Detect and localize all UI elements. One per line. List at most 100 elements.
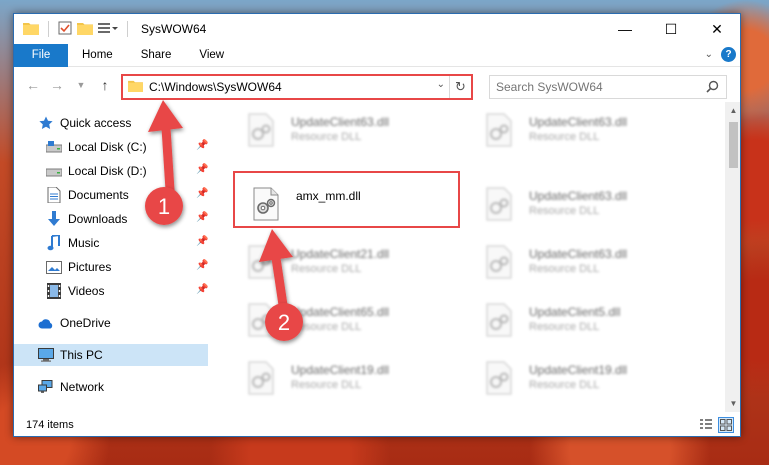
forward-arrow-icon[interactable]: → — [46, 77, 68, 93]
quick-access-toolbar: SysWOW64 — [14, 21, 206, 38]
help-icon[interactable]: ? — [721, 47, 736, 62]
maximize-button[interactable]: ☐ — [648, 14, 694, 44]
sidebar-item-local-disk-d[interactable]: Local Disk (D:) 📌 — [46, 160, 208, 182]
list-item[interactable]: UpdateClient63.dll Resource DLL — [481, 112, 627, 148]
dll-file-icon — [243, 360, 279, 396]
back-arrow-icon[interactable]: ← — [22, 77, 44, 93]
search-input[interactable] — [496, 80, 696, 94]
close-button[interactable]: ✕ — [694, 14, 740, 44]
window-controls: — ☐ ✕ — [602, 14, 740, 44]
file-name: UpdateClient19.dll — [529, 363, 628, 377]
new-folder-icon[interactable] — [77, 21, 93, 38]
expand-ribbon-icon[interactable]: ⌄ — [705, 49, 713, 60]
item-count: 174 items — [26, 419, 74, 431]
tab-home[interactable]: Home — [68, 44, 127, 67]
dll-file-icon — [481, 302, 517, 338]
sidebar-item-label: Downloads — [68, 212, 128, 226]
file-name: UpdateClient5.dll — [529, 305, 621, 319]
scrollbar-thumb[interactable] — [729, 122, 738, 168]
drive-icon — [46, 139, 62, 155]
navigation-bar: ← → ▼ ↑ C:\Windows\SysWOW64 ⌄ ↻ — [14, 68, 740, 102]
sidebar-item-documents[interactable]: Documents 📌 — [46, 184, 208, 206]
cloud-icon — [38, 315, 54, 331]
vertical-scrollbar[interactable]: ▲ ▼ — [725, 102, 740, 412]
status-bar: 174 items — [14, 414, 740, 436]
address-bar[interactable]: C:\Windows\SysWOW64 ⌄ ↻ — [121, 74, 473, 100]
file-name: UpdateClient65.dll — [291, 305, 390, 319]
address-dropdown-chevron-icon[interactable]: ⌄ — [437, 79, 445, 90]
videos-icon — [46, 283, 62, 299]
search-box[interactable] — [489, 75, 727, 99]
sidebar-item-this-pc[interactable]: This PC — [14, 344, 208, 366]
scroll-down-arrow-icon[interactable]: ▼ — [725, 395, 740, 412]
sidebar-item-label: Videos — [68, 284, 105, 298]
dll-file-icon — [243, 112, 279, 148]
scroll-up-arrow-icon[interactable]: ▲ — [725, 102, 740, 119]
recent-locations-chevron-icon[interactable]: ▼ — [70, 80, 92, 90]
sidebar-item-label: Local Disk (C:) — [68, 140, 147, 154]
list-item[interactable]: UpdateClient19.dll Resource DLL — [243, 360, 389, 396]
dll-file-icon — [243, 302, 279, 338]
pin-icon[interactable]: 📌 — [196, 188, 208, 199]
file-list: UpdateClient63.dll Resource DLL amx_mm.d… — [221, 102, 725, 416]
sidebar-item-label: Pictures — [68, 260, 112, 274]
file-name: UpdateClient21.dll — [291, 247, 390, 261]
file-type: Resource DLL — [291, 321, 362, 333]
sidebar-item-onedrive[interactable]: OneDrive — [38, 312, 111, 334]
sidebar-item-pictures[interactable]: Pictures 📌 — [46, 256, 208, 278]
refresh-icon[interactable]: ↻ — [449, 76, 471, 98]
address-path[interactable]: C:\Windows\SysWOW64 — [149, 80, 282, 94]
sidebar-item-label: This PC — [60, 348, 103, 362]
pin-icon[interactable]: 📌 — [196, 164, 208, 175]
ribbon-right-controls: ⌄ ? — [705, 47, 736, 62]
up-arrow-icon[interactable]: ↑ — [94, 77, 116, 93]
pin-icon[interactable]: 📌 — [196, 260, 208, 271]
sidebar-item-videos[interactable]: Videos 📌 — [46, 280, 208, 302]
dll-file-icon — [481, 112, 517, 148]
tab-share[interactable]: Share — [127, 44, 186, 67]
ribbon-tabs: File Home Share View ⌄ ? — [14, 43, 740, 67]
minimize-button[interactable]: — — [602, 14, 648, 44]
pin-icon[interactable]: 📌 — [196, 236, 208, 247]
toolbar-divider — [127, 21, 128, 37]
sidebar-item-label: Music — [68, 236, 100, 250]
large-icons-view-icon[interactable] — [718, 417, 734, 433]
sidebar-item-label: Local Disk (D:) — [68, 164, 147, 178]
details-view-icon[interactable] — [698, 417, 714, 433]
file-type: Resource DLL — [529, 131, 600, 143]
music-icon — [46, 235, 62, 251]
pin-icon[interactable]: 📌 — [196, 140, 208, 151]
sidebar-item-local-disk-c[interactable]: Local Disk (C:) 📌 — [46, 136, 208, 158]
list-item[interactable]: UpdateClient21.dll Resource DLL — [243, 244, 389, 280]
list-item[interactable]: UpdateClient63.dll Resource DLL — [481, 244, 627, 280]
network-icon — [38, 379, 54, 395]
download-icon — [46, 211, 62, 227]
properties-icon[interactable] — [58, 21, 72, 38]
drive-icon — [46, 163, 62, 179]
sidebar-item-quick-access[interactable]: Quick access — [38, 112, 131, 134]
customize-toolbar-icon[interactable] — [98, 21, 118, 38]
pictures-icon — [46, 259, 62, 275]
file-type: Resource DLL — [529, 205, 600, 217]
tab-file[interactable]: File — [14, 43, 68, 67]
file-type: Resource DLL — [291, 379, 362, 391]
dll-file-icon — [481, 186, 517, 222]
tab-view[interactable]: View — [185, 44, 238, 67]
navigation-pane: Quick access Local Disk (C:) 📌 Local Dis… — [14, 110, 208, 410]
file-type: Resource DLL — [529, 321, 600, 333]
list-item[interactable]: UpdateClient65.dll Resource DLL — [243, 302, 389, 338]
sidebar-item-downloads[interactable]: Downloads 📌 — [46, 208, 208, 230]
list-item[interactable]: UpdateClient5.dll Resource DLL — [481, 302, 620, 338]
file-type: Resource DLL — [529, 379, 600, 391]
sidebar-item-label: Documents — [68, 188, 129, 202]
pin-icon[interactable]: 📌 — [196, 212, 208, 223]
sidebar-item-network[interactable]: Network — [38, 376, 104, 398]
list-item[interactable]: UpdateClient63.dll Resource DLL — [243, 112, 389, 148]
pin-icon[interactable]: 📌 — [196, 284, 208, 295]
list-item[interactable]: UpdateClient19.dll Resource DLL — [481, 360, 627, 396]
sidebar-item-music[interactable]: Music 📌 — [46, 232, 208, 254]
file-type: Resource DLL — [529, 263, 600, 275]
search-icon[interactable] — [706, 80, 719, 96]
file-explorer-window: SysWOW64 — ☐ ✕ File Home Share View ⌄ ? … — [13, 13, 741, 437]
list-item[interactable]: UpdateClient63.dll Resource DLL — [481, 186, 627, 222]
